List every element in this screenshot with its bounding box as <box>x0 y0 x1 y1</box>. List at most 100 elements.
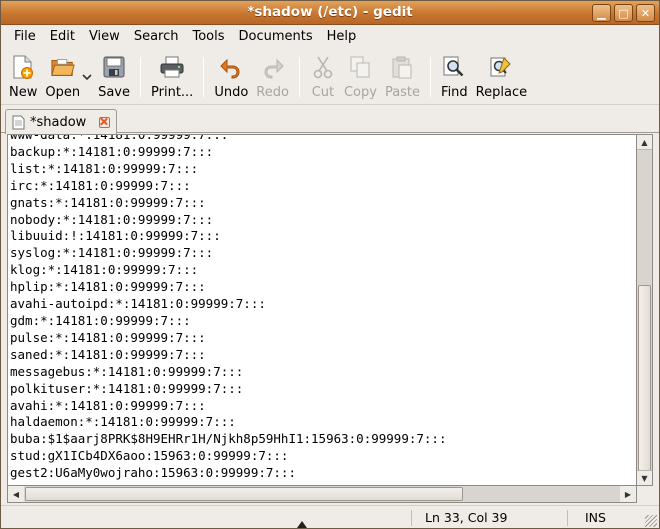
menu-edit[interactable]: Edit <box>43 26 82 48</box>
printer-icon <box>159 54 185 80</box>
paste-icon <box>389 54 415 80</box>
text-line: nobody:*:14181:0:99999:7::: <box>10 211 214 227</box>
gedit-window: *shadow (/etc) - gedit ▁ □ ✕ File Edit V… <box>0 0 660 529</box>
minimize-icon: ▁ <box>597 6 606 20</box>
vertical-scroll-thumb[interactable] <box>638 285 651 471</box>
horizontal-scroll-thumb[interactable] <box>25 487 463 501</box>
folder-open-icon <box>50 54 76 80</box>
text-line: libuuid:!:14181:0:99999:7::: <box>10 228 221 244</box>
save-button[interactable]: Save <box>94 51 134 104</box>
document-tabs: *shadow <box>1 106 659 134</box>
print-label: Print... <box>151 85 194 100</box>
scroll-down-icon[interactable]: ▼ <box>637 470 652 485</box>
close-icon: ✕ <box>640 6 651 20</box>
scroll-left-icon[interactable]: ◀ <box>8 486 24 502</box>
tab-label: *shadow <box>30 114 87 130</box>
menu-file[interactable]: File <box>7 26 43 48</box>
text-line: gnats:*:14181:0:99999:7::: <box>10 194 206 210</box>
cursor-position: Ln 33, Col 39 <box>425 510 508 525</box>
horizontal-scrollbar[interactable]: ◀ ▶ <box>7 486 637 503</box>
status-bar: Ln 33, Col 39 INS <box>1 505 659 529</box>
text-line: avahi:*:14181:0:99999:7::: <box>10 397 206 413</box>
text-line: irc:*:14181:0:99999:7::: <box>10 177 191 193</box>
menu-bar: File Edit View Search Tools Documents He… <box>1 26 659 48</box>
toolbar: New Open Save Print... Undo Redo Cut Cop… <box>1 51 659 105</box>
text-line: hplip:*:14181:0:99999:7::: <box>10 279 206 295</box>
chevron-down-icon <box>82 74 92 81</box>
toolbar-separator <box>140 57 142 97</box>
cut-button[interactable]: Cut <box>306 51 340 104</box>
redo-label: Redo <box>256 85 289 100</box>
text-line: stud:gX1ICb4DX6aoo:15963:0:99999:7::: <box>10 448 289 464</box>
tab-shadow[interactable]: *shadow <box>5 109 117 134</box>
print-button[interactable]: Print... <box>147 51 197 104</box>
text-editor[interactable]: www-data:*:14181:0:99999:7::: backup:*:14… <box>7 134 637 486</box>
menu-tools[interactable]: Tools <box>185 26 231 48</box>
undo-button[interactable]: Undo <box>210 51 252 104</box>
menu-help[interactable]: Help <box>320 26 364 48</box>
minimize-button[interactable]: ▁ <box>592 4 611 22</box>
toolbar-separator <box>203 57 205 97</box>
text-line: pulse:*:14181:0:99999:7::: <box>10 329 206 345</box>
text-line: buba:$1$aarj8PRK$8H9EHRr1H/Njkh8p59HhI1:… <box>10 431 447 447</box>
text-line: avahi-autoipd:*:14181:0:99999:7::: <box>10 296 266 312</box>
toolbar-separator <box>430 57 432 97</box>
status-separator <box>567 510 568 526</box>
replace-icon <box>488 54 514 80</box>
scroll-up-icon[interactable]: ▲ <box>637 135 652 150</box>
maximize-icon: □ <box>618 6 629 20</box>
toolbar-separator <box>298 57 300 97</box>
undo-label: Undo <box>214 85 249 100</box>
maximize-button[interactable]: □ <box>614 4 633 22</box>
text-line: klog:*:14181:0:99999:7::: <box>10 262 199 278</box>
paste-button[interactable]: Paste <box>381 51 424 104</box>
close-button[interactable]: ✕ <box>636 4 655 22</box>
copy-button[interactable]: Copy <box>340 51 381 104</box>
text-line: www-data:*:14181:0:99999:7::: <box>10 134 229 142</box>
menu-documents[interactable]: Documents <box>232 26 320 48</box>
resize-grip-icon[interactable] <box>645 515 657 527</box>
text-line: backup:*:14181:0:99999:7::: <box>10 143 214 159</box>
menu-search[interactable]: Search <box>127 26 186 48</box>
close-tab-icon[interactable] <box>99 116 110 128</box>
save-icon <box>101 54 127 80</box>
mouse-pointer-icon <box>297 521 307 528</box>
insert-mode: INS <box>585 510 606 525</box>
window-controls: ▁ □ ✕ <box>592 4 655 22</box>
open-recent-dropdown[interactable] <box>80 51 94 104</box>
text-document-icon <box>12 115 25 129</box>
paste-label: Paste <box>384 85 421 100</box>
redo-button[interactable]: Redo <box>252 51 293 104</box>
replace-label: Replace <box>475 85 528 100</box>
scissors-icon <box>310 54 336 80</box>
text-line: gdm:*:14181:0:99999:7::: <box>10 312 191 328</box>
cut-label: Cut <box>311 85 335 100</box>
copy-icon <box>347 54 373 80</box>
scroll-right-icon[interactable]: ▶ <box>620 486 636 502</box>
text-line: polkituser:*:14181:0:99999:7::: <box>10 380 244 396</box>
new-button[interactable]: New <box>5 51 41 104</box>
open-button[interactable]: Open <box>41 51 84 104</box>
vertical-scrollbar[interactable]: ▲ ▼ <box>637 134 653 486</box>
open-label: Open <box>45 85 81 100</box>
replace-button[interactable]: Replace <box>472 51 531 104</box>
text-line: syslog:*:14181:0:99999:7::: <box>10 245 214 261</box>
undo-icon <box>218 54 244 80</box>
title-bar[interactable]: *shadow (/etc) - gedit ▁ □ ✕ <box>1 1 659 25</box>
new-label: New <box>9 85 38 100</box>
redo-icon <box>260 54 286 80</box>
text-line: gest2:U6aMy0wojraho:15963:0:99999:7::: <box>10 465 296 481</box>
find-label: Find <box>441 85 468 100</box>
window-title: *shadow (/etc) - gedit <box>247 4 413 20</box>
copy-label: Copy <box>343 85 377 100</box>
text-line: list:*:14181:0:99999:7::: <box>10 160 199 176</box>
text-line: saned:*:14181:0:99999:7::: <box>10 346 206 362</box>
find-icon <box>441 54 467 80</box>
scrollbar-corner <box>637 486 653 503</box>
text-line: messagebus:*:14181:0:99999:7::: <box>10 363 244 379</box>
menu-view[interactable]: View <box>82 26 127 48</box>
text-line: haldaemon:*:14181:0:99999:7::: <box>10 414 236 430</box>
find-button[interactable]: Find <box>437 51 472 104</box>
editor-text: www-data:*:14181:0:99999:7::: backup:*:14… <box>10 134 447 482</box>
new-document-icon <box>10 54 36 80</box>
